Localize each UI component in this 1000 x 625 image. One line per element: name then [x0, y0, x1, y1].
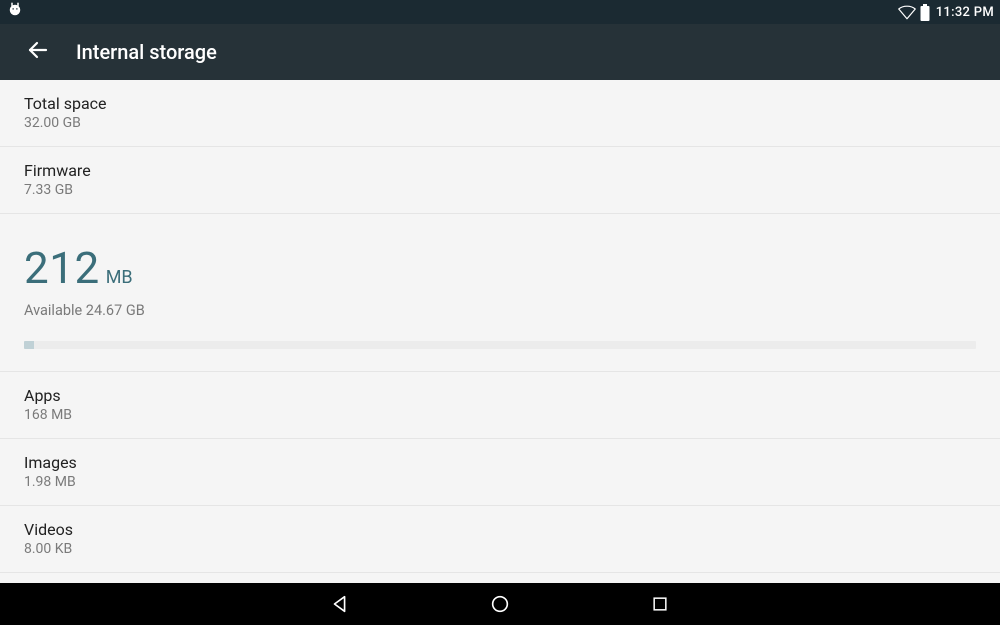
- nav-home-button[interactable]: [480, 584, 520, 624]
- app-bar: Internal storage: [0, 24, 1000, 80]
- android-logo-icon: [6, 1, 24, 23]
- triangle-back-icon: [329, 593, 351, 615]
- nav-recents-button[interactable]: [640, 584, 680, 624]
- usage-bar-fill: [24, 341, 34, 349]
- total-space-value: 32.00 GB: [24, 115, 976, 131]
- page-title: Internal storage: [76, 40, 217, 64]
- category-value: 1.98 MB: [24, 474, 976, 490]
- back-button[interactable]: [18, 32, 58, 72]
- category-videos[interactable]: Videos 8.00 KB: [0, 506, 1000, 573]
- status-bar: 11:32 PM: [0, 0, 1000, 24]
- storage-summary: 212 MB Available 24.67 GB: [0, 214, 1000, 372]
- firmware-item: Firmware 7.33 GB: [0, 147, 1000, 214]
- arrow-back-icon: [26, 38, 50, 66]
- nav-back-button[interactable]: [320, 584, 360, 624]
- category-label: Videos: [24, 520, 976, 539]
- category-value: 168 MB: [24, 407, 976, 423]
- category-images[interactable]: Images 1.98 MB: [0, 439, 1000, 506]
- firmware-value: 7.33 GB: [24, 182, 976, 198]
- square-recents-icon: [650, 594, 670, 614]
- status-time: 11:32 PM: [936, 5, 994, 20]
- circle-home-icon: [489, 593, 511, 615]
- battery-icon: [920, 4, 930, 21]
- wifi-icon: [898, 4, 916, 20]
- used-unit: MB: [106, 267, 133, 288]
- available-label: Available 24.67 GB: [24, 302, 976, 319]
- usage-bar: [24, 341, 976, 349]
- total-space-label: Total space: [24, 94, 976, 113]
- firmware-label: Firmware: [24, 161, 976, 180]
- used-value: 212: [24, 242, 100, 294]
- content: Total space 32.00 GB Firmware 7.33 GB 21…: [0, 80, 1000, 583]
- category-apps[interactable]: Apps 168 MB: [0, 372, 1000, 439]
- navigation-bar: [0, 583, 1000, 625]
- category-label: Apps: [24, 386, 976, 405]
- category-label: Images: [24, 453, 976, 472]
- total-space-item: Total space 32.00 GB: [0, 80, 1000, 147]
- category-value: 8.00 KB: [24, 541, 976, 557]
